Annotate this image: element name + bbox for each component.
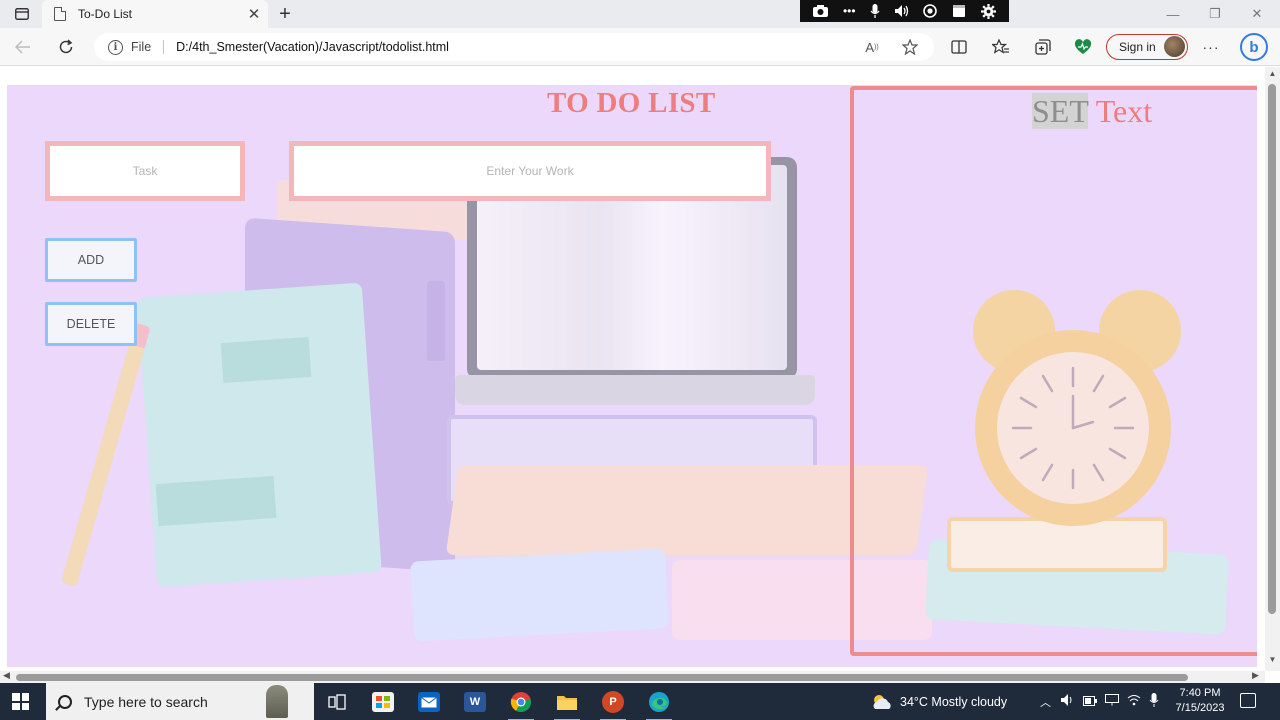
volume-icon[interactable]: [894, 5, 909, 17]
browser-essentials-icon[interactable]: [1070, 35, 1096, 59]
sign-in-button[interactable]: Sign in: [1106, 34, 1188, 60]
browser-toolbar: i File D:/4th_Smester(Vacation)/Javascri…: [0, 28, 1280, 66]
scheme-label: File: [131, 40, 165, 54]
new-tab-button[interactable]: +: [274, 3, 296, 25]
mic-icon[interactable]: [870, 4, 880, 18]
delete-button[interactable]: DELETE: [45, 302, 137, 346]
system-tray: ︿: [1040, 683, 1159, 720]
more-options-icon[interactable]: ···: [1198, 35, 1224, 59]
more-icon[interactable]: •••: [843, 4, 856, 18]
address-bar[interactable]: i File D:/4th_Smester(Vacation)/Javascri…: [94, 33, 934, 61]
windows-start-icon[interactable]: [12, 693, 29, 710]
set-text-heading: SET Text: [1032, 93, 1152, 130]
taskbar-search[interactable]: Type here to search: [46, 683, 314, 720]
edge-icon[interactable]: [644, 688, 674, 720]
horizontal-scroll-thumb[interactable]: [16, 674, 1188, 681]
browser-tab[interactable]: To-Do List ✕: [42, 0, 268, 28]
gear-icon[interactable]: [980, 3, 996, 19]
info-icon[interactable]: i: [108, 39, 123, 55]
todo-page: TO DO LIST ADD DELETE SET Text: [7, 85, 1257, 667]
sign-in-label: Sign in: [1119, 40, 1156, 54]
back-button[interactable]: [10, 35, 36, 59]
minimize-button[interactable]: —: [1158, 4, 1188, 24]
store-icon[interactable]: [368, 688, 398, 716]
screen-recorder-toolbar: •••: [800, 0, 1009, 22]
read-aloud-icon[interactable]: A)): [862, 38, 882, 56]
record-icon[interactable]: [923, 4, 938, 18]
windows-taskbar: Type here to search W P 34°C Mostly clou…: [0, 683, 1280, 720]
set-text-panel: SET Text: [850, 86, 1257, 656]
url-text[interactable]: D:/4th_Smester(Vacation)/Javascript/todo…: [176, 40, 449, 54]
clock-time: 7:40 PM: [1179, 687, 1221, 699]
horizontal-scrollbar[interactable]: ◀ ▶: [0, 670, 1265, 683]
task-input[interactable]: [45, 141, 245, 201]
taskbar-search-placeholder: Type here to search: [84, 693, 208, 710]
favorite-star-icon[interactable]: [900, 38, 920, 56]
powerpoint-icon[interactable]: P: [598, 688, 628, 720]
word-icon[interactable]: W: [460, 688, 490, 716]
close-window-button[interactable]: ✕: [1242, 4, 1272, 24]
cloudy-weather-icon: [873, 694, 891, 709]
task-view-icon[interactable]: [322, 688, 352, 716]
page-viewport: TO DO LIST ADD DELETE SET Text ▲ ▼ ◀ ▶: [0, 67, 1280, 683]
tab-close-icon[interactable]: ✕: [244, 4, 264, 24]
bing-chat-icon[interactable]: b: [1240, 33, 1268, 61]
search-icon: [58, 694, 72, 709]
vertical-scroll-thumb[interactable]: [1268, 84, 1276, 614]
work-input[interactable]: [289, 141, 771, 201]
document-icon: [54, 7, 66, 21]
weather-text: 34°C Mostly cloudy: [900, 694, 1008, 709]
mail-icon[interactable]: [414, 688, 444, 716]
battery-icon[interactable]: [1083, 695, 1097, 709]
vertical-scrollbar[interactable]: ▲ ▼: [1265, 67, 1280, 671]
collections-icon[interactable]: [1030, 35, 1056, 59]
file-explorer-icon[interactable]: [552, 688, 582, 720]
set-word: SET: [1032, 93, 1089, 129]
split-screen-icon[interactable]: [946, 35, 972, 59]
wifi-icon[interactable]: [1127, 694, 1141, 709]
favorites-icon[interactable]: [988, 35, 1014, 59]
camera-icon[interactable]: [813, 5, 829, 17]
add-button[interactable]: ADD: [45, 238, 137, 282]
weather-widget[interactable]: 34°C Mostly cloudy: [870, 683, 1007, 720]
search-highlight-icon: [266, 685, 288, 718]
refresh-button[interactable]: [53, 35, 79, 59]
scroll-up-icon[interactable]: ▲: [1268, 69, 1277, 78]
page-title: TO DO LIST: [547, 87, 716, 119]
speaker-icon[interactable]: [1061, 694, 1075, 709]
taskbar-clock[interactable]: 7:40 PM 7/15/2023: [1170, 686, 1230, 716]
clock-date: 7/15/2023: [1175, 702, 1225, 714]
tab-title: To-Do List: [78, 7, 133, 21]
scroll-right-icon[interactable]: ▶: [1252, 670, 1259, 681]
chevron-up-icon[interactable]: ︿: [1040, 694, 1051, 710]
scroll-down-icon[interactable]: ▼: [1268, 655, 1277, 664]
notification-icon[interactable]: [1240, 693, 1256, 708]
text-word: Text: [1095, 93, 1153, 129]
tab-actions-icon[interactable]: [8, 4, 36, 24]
restore-button[interactable]: ❐: [1200, 4, 1230, 24]
window-icon[interactable]: [952, 4, 966, 18]
avatar: [1164, 36, 1185, 57]
microphone-icon[interactable]: [1149, 693, 1159, 710]
scroll-left-icon[interactable]: ◀: [3, 670, 10, 681]
chrome-icon[interactable]: [506, 688, 536, 720]
browser-tab-bar: To-Do List ✕ + ••• — ❐ ✕: [0, 0, 1280, 28]
display-icon[interactable]: [1105, 694, 1119, 709]
